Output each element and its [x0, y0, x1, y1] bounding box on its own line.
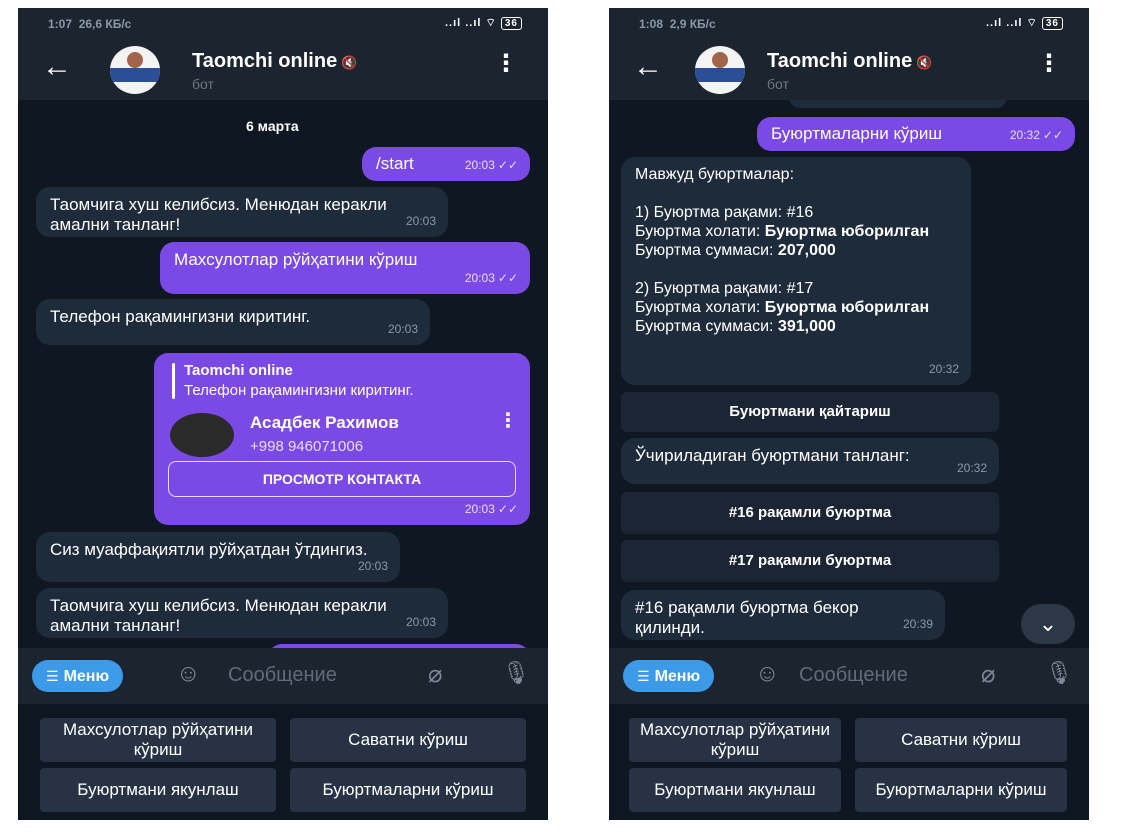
- battery-icon: 36: [1041, 17, 1063, 30]
- scroll-down-chevron-icon[interactable]: ⌄: [1021, 604, 1075, 644]
- reply-keyboard: Махсулотлар рўйҳатини кўриш Саватни кўри…: [609, 704, 1089, 820]
- message-outgoing[interactable]: /start 20:03 ✓✓: [362, 147, 530, 181]
- read-checks-icon: ✓✓: [1042, 128, 1063, 142]
- chat-subtitle: бот: [767, 76, 789, 92]
- keyboard-button-checkout[interactable]: Буюртмани якунлаш: [40, 768, 276, 812]
- message-outgoing[interactable]: Махсулотлар рўйҳатини кўриш 20:03 ✓✓: [160, 242, 530, 294]
- status-bar: 1:07 26,6 КБ/с ..ıl ..ıl ⌔ 36: [18, 8, 548, 38]
- keyboard-button-products[interactable]: Махсулотлар рўйҳатини кўриш: [40, 718, 276, 762]
- message-incoming[interactable]: #16 рақамли буюртма бекор қилинди. 20:39: [621, 590, 945, 640]
- read-checks-icon: ✓✓: [497, 271, 518, 285]
- message-list[interactable]: 6 марта /start 20:03 ✓✓ Таомчига хуш кели…: [18, 100, 548, 648]
- message-incoming[interactable]: Телефон рақамингизни киритинг. 20:03: [36, 299, 430, 345]
- message-incoming[interactable]: [789, 100, 1007, 108]
- contact-avatar[interactable]: [170, 413, 234, 457]
- bot-menu-button[interactable]: ☰ Меню: [623, 660, 715, 692]
- message-outgoing[interactable]: Буюртмаларни кўриш 20:32 ✓✓: [757, 117, 1075, 151]
- attach-icon[interactable]: ⌀: [981, 660, 995, 689]
- message-input[interactable]: Сообщение: [799, 664, 908, 687]
- keyboard-button-orders[interactable]: Буюртмаларни кўриш: [855, 768, 1067, 812]
- keyboard-button-checkout[interactable]: Буюртмани якунлаш: [629, 768, 841, 812]
- read-checks-icon: ✓✓: [497, 158, 518, 172]
- emoji-icon[interactable]: ☺: [755, 660, 780, 688]
- menu-icon: ☰: [46, 668, 59, 684]
- microphone-icon[interactable]: 🎙: [1045, 660, 1073, 686]
- back-arrow-icon[interactable]: ←: [633, 50, 663, 84]
- phone-screen-2: 1:08 2,9 КБ/с ..ıl ..ıl ⌔ 36 ← Taomchi on…: [609, 8, 1089, 820]
- more-options-icon[interactable]: ⋮: [494, 52, 518, 76]
- status-bar: 1:08 2,9 КБ/с ..ıl ..ıl ⌔ 36: [609, 8, 1089, 38]
- orders-list-message[interactable]: Мавжуд буюртмалар: 1) Буюртма рақами: #1…: [621, 157, 971, 385]
- bot-avatar[interactable]: [110, 46, 160, 94]
- keyboard-button-cart[interactable]: Саватни кўриш: [855, 718, 1067, 762]
- muted-icon: 🔇: [916, 55, 933, 70]
- signal-icons: ..ıl ..ıl ⌔ 36: [986, 16, 1063, 30]
- bot-avatar[interactable]: [695, 46, 745, 94]
- message-list[interactable]: Буюртмаларни кўриш 20:32 ✓✓ Мавжуд буюртм…: [609, 100, 1089, 648]
- contact-name: Асадбек Рахимов: [250, 413, 399, 432]
- message-incoming[interactable]: Таомчига хуш келибсиз. Менюдан керакли а…: [36, 187, 448, 237]
- message-incoming[interactable]: Таомчига хуш келибсиз. Менюдан керакли а…: [36, 588, 448, 638]
- chat-title[interactable]: Taomchi online 🔇: [767, 50, 932, 73]
- order-17-button[interactable]: #17 рақамли буюртма: [621, 540, 999, 582]
- reply-quote-text: Телефон рақамингизни киритинг.: [184, 382, 414, 399]
- attach-icon[interactable]: ⌀: [428, 660, 442, 689]
- keyboard-button-products[interactable]: Махсулотлар рўйҳатини кўриш: [629, 718, 841, 762]
- read-checks-icon: ✓✓: [497, 502, 518, 516]
- chat-header: ← Taomchi online 🔇 бот ⋮: [18, 38, 548, 100]
- reply-quote-title: Taomchi online: [184, 362, 293, 379]
- message-input[interactable]: Сообщение: [228, 664, 337, 687]
- contact-phone: +998 946071006: [250, 438, 364, 455]
- menu-icon: ☰: [637, 668, 650, 684]
- back-arrow-icon[interactable]: ←: [42, 50, 72, 84]
- keyboard-button-orders[interactable]: Буюртмаларни кўриш: [290, 768, 526, 812]
- keyboard-button-cart[interactable]: Саватни кўриш: [290, 718, 526, 762]
- chat-header: ← Taomchi online 🔇 бот ⋮: [609, 38, 1089, 100]
- phone-screen-1: 1:07 26,6 КБ/с ..ıl ..ıl ⌔ 36 ← Taomchi o…: [18, 8, 548, 820]
- contact-menu-icon[interactable]: ⋮: [498, 411, 518, 431]
- chat-subtitle: бот: [192, 76, 214, 92]
- battery-icon: 36: [500, 17, 522, 30]
- view-contact-button[interactable]: ПРОСМОТР КОНТАКТА: [168, 461, 516, 497]
- date-separator: 6 марта: [246, 118, 299, 134]
- signal-icons: ..ıl ..ıl ⌔ 36: [445, 16, 522, 30]
- order-16-button[interactable]: #16 рақамли буюртма: [621, 492, 999, 534]
- message-incoming[interactable]: Сиз муаффақиятли рўйҳатдан ўтдингиз. 20:…: [36, 532, 400, 582]
- return-order-button[interactable]: Буюртмани қайтариш: [621, 392, 999, 432]
- microphone-icon[interactable]: 🎙: [502, 660, 530, 686]
- emoji-icon[interactable]: ☺: [176, 660, 201, 688]
- bot-menu-button[interactable]: ☰ Меню: [32, 660, 124, 692]
- reply-keyboard: Махсулотлар рўйҳатини кўриш Саватни кўри…: [18, 704, 548, 820]
- more-options-icon[interactable]: ⋮: [1037, 52, 1061, 76]
- message-incoming[interactable]: Ўчириладиган буюртмани танланг: 20:32: [621, 438, 999, 484]
- chat-title[interactable]: Taomchi online 🔇: [192, 50, 357, 73]
- muted-icon: 🔇: [341, 55, 358, 70]
- message-composer: ☰ Меню ☺ Сообщение ⌀ 🎙: [609, 648, 1089, 704]
- contact-message[interactable]: Taomchi online Телефон рақамингизни кири…: [154, 353, 530, 525]
- message-composer: ☰ Меню ☺ Сообщение ⌀ 🎙: [18, 648, 548, 704]
